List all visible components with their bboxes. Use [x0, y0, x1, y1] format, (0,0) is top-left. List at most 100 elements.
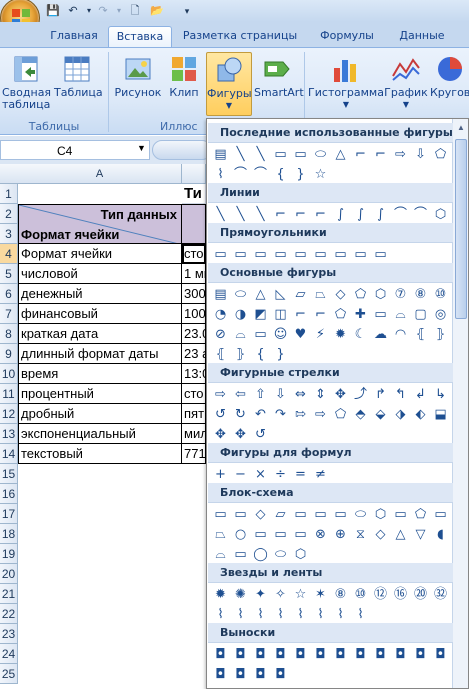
shape-flowchart-icon[interactable]: ▭	[231, 505, 250, 524]
column-header-a[interactable]: A	[18, 164, 182, 184]
formula-bar-resize-handle[interactable]	[152, 140, 212, 160]
shape-recent-icon[interactable]: ⌒	[231, 165, 250, 184]
shape-arrows-icon[interactable]: ⇩	[271, 385, 290, 404]
shape-callouts-icon[interactable]: ◘	[391, 645, 410, 664]
shape-basic-icon[interactable]: ☺	[271, 325, 290, 344]
shape-recent-icon[interactable]: ⌐	[371, 145, 390, 164]
shape-arrows-icon[interactable]: ⬖	[411, 405, 430, 424]
shape-basic-icon[interactable]: ◔	[211, 305, 230, 324]
shape-arrows-icon[interactable]: ↻	[231, 405, 250, 424]
row-header[interactable]: 2	[0, 204, 18, 224]
shape-callouts-icon[interactable]: ◘	[371, 645, 390, 664]
shape-flowchart-icon[interactable]: ⊕	[331, 525, 350, 544]
shape-stars-icon[interactable]: ☆	[291, 585, 310, 604]
shape-flowchart-icon[interactable]: ▭	[431, 505, 450, 524]
shape-callouts-icon[interactable]: ◘	[331, 645, 350, 664]
shape-lines-icon[interactable]: ╲	[231, 205, 250, 224]
shape-flowchart-icon[interactable]: ▭	[231, 545, 250, 564]
shape-lines-icon[interactable]: ⌒	[391, 205, 410, 224]
shape-callouts-icon[interactable]: ◘	[211, 645, 230, 664]
shape-basic-icon[interactable]: ▤	[211, 285, 230, 304]
shape-flowchart-icon[interactable]: ▭	[311, 505, 330, 524]
shape-flowchart-icon[interactable]: ⊗	[311, 525, 330, 544]
shape-flowchart-icon[interactable]: ▽	[411, 525, 430, 544]
shape-equations-icon[interactable]: −	[231, 465, 250, 484]
shape-flowchart-icon[interactable]: ⬭	[271, 545, 290, 564]
shape-stars-icon[interactable]: ⌇	[311, 605, 330, 624]
row-header[interactable]: 6	[0, 284, 18, 304]
shape-stars-icon[interactable]: ✧	[271, 585, 290, 604]
shape-basic-icon[interactable]: ⌓	[391, 305, 410, 324]
shape-recent-icon[interactable]: ▤	[211, 145, 230, 164]
shape-arrows-icon[interactable]: ✥	[231, 425, 250, 444]
shape-flowchart-icon[interactable]: ⬭	[351, 505, 370, 524]
row-header[interactable]: 9	[0, 344, 18, 364]
shape-basic-icon[interactable]: }	[271, 345, 290, 364]
shape-flowchart-icon[interactable]: ⬡	[291, 545, 310, 564]
row-header[interactable]: 5	[0, 264, 18, 284]
shape-callouts-icon[interactable]: ◘	[271, 645, 290, 664]
table-cell[interactable]: финансовый	[18, 304, 182, 324]
new-document-icon[interactable]: 🗋	[126, 3, 144, 19]
shape-callouts-icon[interactable]: ◘	[231, 645, 250, 664]
shape-recent-icon[interactable]: ⬠	[431, 145, 450, 164]
table-cell[interactable]: числовой	[18, 264, 182, 284]
scroll-thumb[interactable]	[455, 139, 467, 319]
shape-basic-icon[interactable]: ⦄	[231, 345, 250, 364]
row-header[interactable]: 13	[0, 424, 18, 444]
shape-basic-icon[interactable]: ⬠	[331, 305, 350, 324]
shape-arrows-icon[interactable]: ↺	[251, 425, 270, 444]
tab-data[interactable]: Данные	[392, 26, 452, 48]
shape-flowchart-icon[interactable]: ▭	[211, 505, 230, 524]
shape-basic-icon[interactable]: ◩	[251, 305, 270, 324]
shape-rectangles-icon[interactable]: ▭	[351, 245, 370, 264]
shape-recent-icon[interactable]: ╲	[251, 145, 270, 164]
table-cell[interactable]: текстовый	[18, 444, 182, 464]
shape-basic-icon[interactable]: ⊘	[211, 325, 230, 344]
shape-basic-icon[interactable]: ▢	[411, 305, 430, 324]
shape-stars-icon[interactable]: ✹	[211, 585, 230, 604]
shape-recent-icon[interactable]: ⇨	[391, 145, 410, 164]
shape-basic-icon[interactable]: ⌐	[311, 305, 330, 324]
row-header[interactable]: 21	[0, 584, 18, 604]
table-cell[interactable]: экспоненциальный	[18, 424, 182, 444]
shape-lines-icon[interactable]: ∫	[351, 205, 370, 224]
shape-basic-icon[interactable]: ◎	[431, 305, 450, 324]
shape-flowchart-icon[interactable]: ⏢	[211, 525, 230, 544]
shape-lines-icon[interactable]: ⌒	[411, 205, 430, 224]
shape-basic-icon[interactable]: ⑧	[411, 285, 430, 304]
shape-stars-icon[interactable]: ⑧	[331, 585, 350, 604]
shape-arrows-icon[interactable]: ↰	[391, 385, 410, 404]
shape-basic-icon[interactable]: ◑	[231, 305, 250, 324]
shape-basic-icon[interactable]: ⦃	[211, 345, 230, 364]
shape-basic-icon[interactable]: ⬭	[231, 285, 250, 304]
shape-equations-icon[interactable]: +	[211, 465, 230, 484]
shape-basic-icon[interactable]: ◇	[331, 285, 350, 304]
shape-arrows-icon[interactable]: ⇧	[251, 385, 270, 404]
table-cell[interactable]: мил	[182, 424, 206, 444]
customize-icon[interactable]: ▾	[178, 3, 196, 19]
shape-arrows-icon[interactable]: ⬙	[371, 405, 390, 424]
line-chart-button[interactable]: График ▼	[384, 54, 428, 111]
shape-arrows-icon[interactable]: ⬘	[351, 405, 370, 424]
table-cell[interactable]: время	[18, 364, 182, 384]
shape-stars-icon[interactable]: ⌇	[331, 605, 350, 624]
shape-flowchart-icon[interactable]: ▭	[331, 505, 350, 524]
shape-flowchart-icon[interactable]: ◯	[251, 545, 270, 564]
shape-stars-icon[interactable]: ⌇	[291, 605, 310, 624]
table-cell[interactable]: длинный формат даты	[18, 344, 182, 364]
shape-flowchart-icon[interactable]: ◇	[251, 505, 270, 524]
shape-lines-icon[interactable]: ╲	[211, 205, 230, 224]
pivot-table-button[interactable]: Сводная таблица	[2, 54, 51, 111]
shape-callouts-icon[interactable]: ◘	[251, 665, 270, 684]
open-icon[interactable]: 📂	[148, 3, 166, 19]
name-box-dropdown-icon[interactable]: ▼	[137, 143, 146, 153]
shape-arrows-icon[interactable]: ⇨	[311, 405, 330, 424]
shape-flowchart-icon[interactable]: ⬠	[411, 505, 430, 524]
shape-arrows-icon[interactable]: ⇰	[291, 405, 310, 424]
shape-callouts-icon[interactable]: ◘	[271, 665, 290, 684]
shape-recent-icon[interactable]: △	[331, 145, 350, 164]
shape-arrows-icon[interactable]: ⤴	[351, 385, 370, 404]
shape-basic-icon[interactable]: ◠	[391, 325, 410, 344]
clip-art-button[interactable]: Клип	[166, 54, 202, 99]
